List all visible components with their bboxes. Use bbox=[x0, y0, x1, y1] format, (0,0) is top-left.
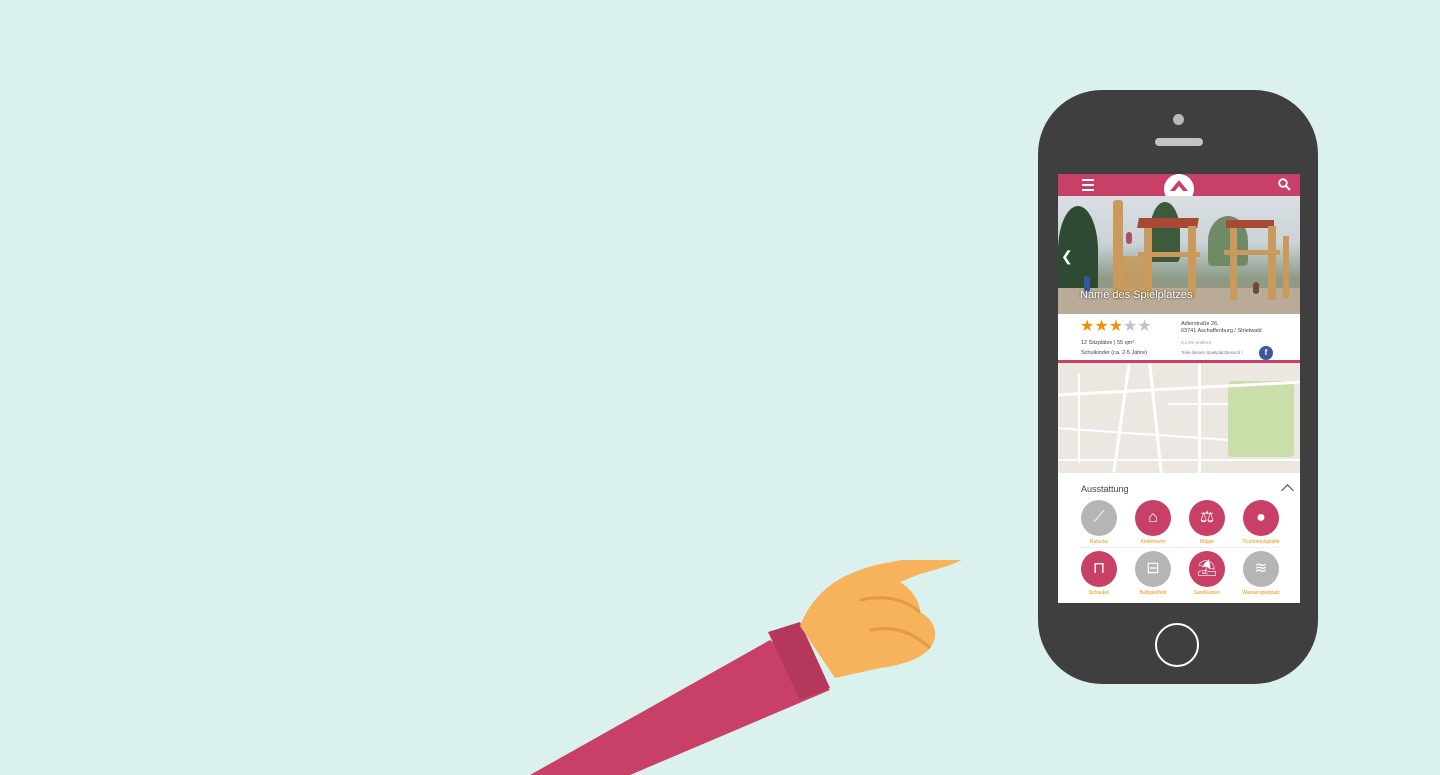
distance-text: 0,2 km entfernt bbox=[1181, 340, 1212, 345]
equipment-label: Tischtennisplatte bbox=[1242, 539, 1280, 545]
phone-speaker bbox=[1155, 138, 1203, 146]
climbing-tower-icon: ⌂ bbox=[1135, 500, 1171, 536]
chevron-up-icon[interactable] bbox=[1281, 484, 1294, 497]
table-tennis-icon: ● bbox=[1243, 500, 1279, 536]
star-icon: ★ bbox=[1094, 318, 1109, 335]
equipment-label: Sandkasten bbox=[1193, 590, 1221, 596]
slide-icon: ⟋ bbox=[1081, 500, 1117, 536]
playground-info: ★★★★★ 12 Sitzplätze | 55 qm² Schulkinder… bbox=[1058, 314, 1300, 363]
equipment-label: Wippe bbox=[1199, 539, 1215, 545]
equipment-label: Schaukel bbox=[1088, 590, 1110, 596]
facebook-icon[interactable]: f bbox=[1259, 346, 1273, 360]
location-map[interactable] bbox=[1058, 363, 1300, 473]
star-empty-icon: ★ bbox=[1123, 318, 1138, 335]
equipment-item-tischtennisplatte[interactable]: ● Tischtennisplatte bbox=[1234, 500, 1288, 545]
address-line2: 63741 Aschaffenburg / Strietwald bbox=[1181, 328, 1262, 334]
seesaw-icon: ⚖ bbox=[1189, 500, 1225, 536]
equipment-item-kletterturm[interactable]: ⌂ Kletterturm bbox=[1126, 500, 1180, 545]
chevron-left-icon[interactable]: ❮ bbox=[1061, 248, 1073, 265]
address-line1: Adlerstraße 26, bbox=[1181, 321, 1219, 327]
phone-home-button[interactable] bbox=[1155, 623, 1199, 667]
equipment-item-schaukel[interactable]: ⊓ Schaukel bbox=[1072, 551, 1126, 596]
playground-photo: ❮ Name des Spielplatzes bbox=[1058, 196, 1300, 314]
capacity-text: 12 Sitzplätze | 55 qm² bbox=[1081, 340, 1135, 346]
swing-icon: ⊓ bbox=[1081, 551, 1117, 587]
promo-scene: ❮ Name des Spielplatzes ★★★★★ 12 Sitzplä… bbox=[0, 0, 1440, 775]
playground-title: Name des Spielplatzes bbox=[1080, 289, 1193, 301]
equipment-label: Rutsche bbox=[1089, 539, 1109, 545]
equipment-item-rutsche[interactable]: ⟋ Rutsche bbox=[1072, 500, 1126, 545]
ball-field-icon: ⊟ bbox=[1135, 551, 1171, 587]
equipment-item-ballspielfeld[interactable]: ⊟ Ballspielfeld bbox=[1126, 551, 1180, 596]
equipment-label: Ballspielfeld bbox=[1139, 590, 1167, 596]
equipment-title: Ausstattung bbox=[1081, 484, 1129, 494]
share-text: Teile deinen Spielplatzbesuch ! bbox=[1181, 350, 1243, 355]
sandbox-icon: ⛱ bbox=[1189, 551, 1225, 587]
age-group-text: Schulkinder (ca. 2-5 Jahre) bbox=[1081, 350, 1148, 356]
star-icon: ★ bbox=[1080, 318, 1095, 335]
equipment-item-sandkasten[interactable]: ⛱ Sandkasten bbox=[1180, 551, 1234, 596]
map-park-area bbox=[1228, 381, 1294, 457]
star-empty-icon: ★ bbox=[1137, 318, 1152, 335]
star-rating[interactable]: ★★★★★ bbox=[1080, 319, 1152, 335]
search-icon[interactable] bbox=[1278, 178, 1291, 191]
equipment-item-wippe[interactable]: ⚖ Wippe bbox=[1180, 500, 1234, 545]
app-header bbox=[1058, 174, 1300, 204]
hamburger-icon[interactable] bbox=[1082, 179, 1094, 191]
equipment-label: Wasserspielplatz bbox=[1242, 590, 1280, 596]
pointing-hand-illustration bbox=[530, 560, 962, 775]
phone-camera bbox=[1173, 114, 1184, 125]
equipment-item-wasserspielplatz[interactable]: ≋ Wasserspielplatz bbox=[1234, 551, 1288, 596]
water-playground-icon: ≋ bbox=[1243, 551, 1279, 587]
star-icon: ★ bbox=[1108, 318, 1124, 335]
equipment-label: Kletterturm bbox=[1140, 539, 1166, 545]
app-screen: ❮ Name des Spielplatzes ★★★★★ 12 Sitzplä… bbox=[1058, 174, 1300, 603]
equipment-divider bbox=[1080, 547, 1278, 548]
address: Adlerstraße 26, 63741 Aschaffenburg / St… bbox=[1181, 321, 1262, 335]
